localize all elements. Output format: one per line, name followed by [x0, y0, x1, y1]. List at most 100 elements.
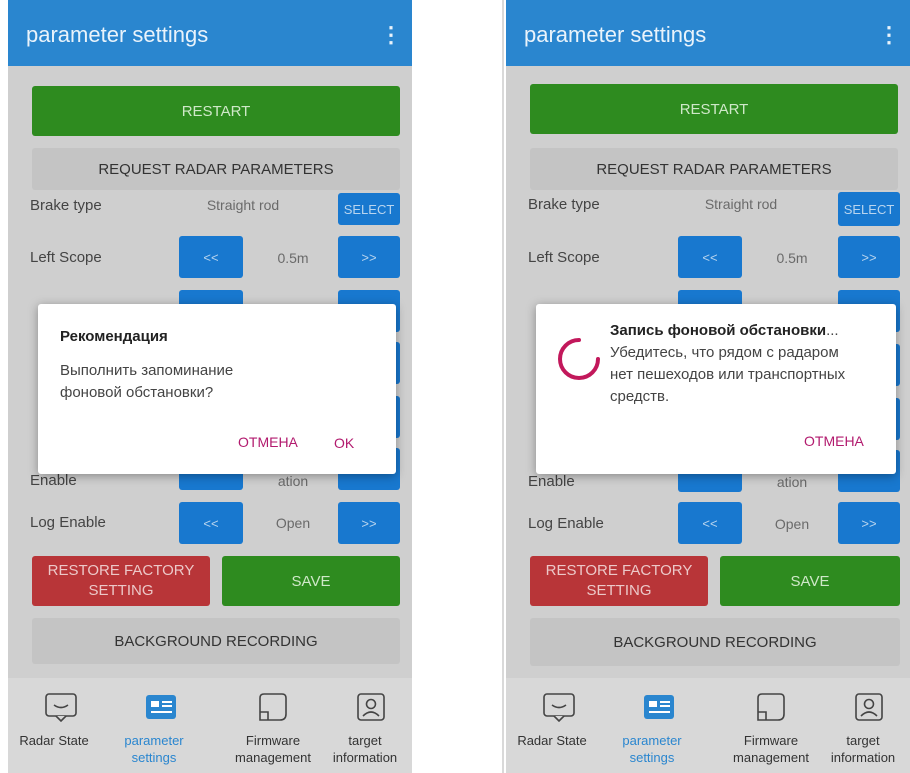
dialog-message: Выполнить запоминание фоновой обстановки…: [60, 360, 360, 404]
dialog-message-line2: нет пешеходов или транспортных: [610, 366, 846, 383]
log-enable-next-button[interactable]: >>: [838, 502, 900, 544]
app-bar: parameter settings ⋮: [506, 0, 910, 66]
dialog-message-line3: средств.: [610, 388, 670, 405]
nav-radar-state[interactable]: Radar State: [506, 678, 606, 773]
user-profile-icon: [357, 693, 385, 721]
chat-bubble-icon: [45, 693, 77, 722]
restore-factory-setting-button[interactable]: RESTORE FACTORY SETTING: [32, 556, 210, 606]
recording-progress-dialog: Запись фоновой обстановки... Убедитесь, …: [536, 304, 896, 474]
left-scope-prev-button[interactable]: <<: [179, 236, 243, 278]
bottom-navigation: Radar State parameter settings Firmware ma…: [506, 678, 910, 773]
background-recording-button[interactable]: BACKGROUND RECORDING: [32, 618, 400, 664]
log-enable-next-button[interactable]: >>: [338, 502, 400, 544]
next-label: >>: [861, 515, 877, 531]
left-scope-next-button[interactable]: >>: [838, 236, 900, 278]
nav-parameter-settings-label: parameter settings: [108, 732, 200, 766]
dialog-title-ellipsis: ...: [826, 322, 839, 339]
brake-type-label: Brake type: [528, 196, 600, 213]
nav-firmware-management[interactable]: Firmware management: [716, 678, 816, 773]
nav-radar-state-label: Radar State: [510, 732, 594, 749]
left-scope-next-button[interactable]: >>: [338, 236, 400, 278]
app-title: parameter settings: [26, 22, 209, 47]
log-enable-value: Open: [774, 516, 810, 532]
nav-firmware-management[interactable]: Firmware management: [218, 678, 318, 773]
brake-type-value: Straight rod: [704, 196, 778, 212]
panel-divider: [502, 0, 504, 773]
firmware-text-line1: Firmware: [245, 733, 301, 748]
prev-label: <<: [203, 249, 219, 265]
restore-label-line1: RESTORE FACTORY: [545, 562, 693, 579]
brake-type-value: Straight rod: [206, 197, 280, 213]
nav-parameter-settings[interactable]: parameter settings: [108, 678, 208, 773]
request-radar-parameters-button[interactable]: REQUEST RADAR PARAMETERS: [530, 148, 898, 190]
save-button[interactable]: SAVE: [720, 556, 900, 606]
nav-radar-state[interactable]: Radar State: [8, 678, 108, 773]
select-button[interactable]: SELECT: [338, 193, 400, 225]
chat-bubble-icon: [543, 693, 575, 722]
restart-button[interactable]: RESTART: [530, 84, 898, 134]
id-card-icon: [146, 695, 176, 719]
request-label: REQUEST RADAR PARAMETERS: [596, 160, 832, 178]
restart-label: RESTART: [679, 100, 749, 118]
background-recording-button[interactable]: BACKGROUND RECORDING: [530, 618, 900, 666]
select-button[interactable]: SELECT: [838, 192, 900, 226]
radar-state-text: Radar State: [517, 733, 587, 748]
next-label: >>: [861, 249, 877, 265]
left-scope-value: 0.5m: [277, 250, 309, 266]
nav-target-information[interactable]: target information: [816, 678, 910, 773]
restore-factory-setting-button[interactable]: RESTORE FACTORY SETTING: [530, 556, 708, 606]
nav-target-label: target information: [816, 732, 910, 766]
target-text-line2: information: [332, 750, 398, 765]
user-profile-icon: [855, 693, 883, 721]
request-radar-parameters-button[interactable]: REQUEST RADAR PARAMETERS: [32, 148, 400, 190]
save-label: SAVE: [291, 572, 331, 590]
dialog-title: Рекомендация: [60, 328, 168, 345]
dialog-message-line1: Выполнить запоминание: [60, 362, 234, 379]
log-enable-label: Log Enable: [528, 515, 604, 532]
nav-firmware-label: Firmware management: [218, 732, 328, 766]
phone-screen-right: parameter settings ⋮ RESTART REQUEST RAD…: [506, 0, 910, 773]
dialog-ok-button[interactable]: OK: [334, 435, 354, 451]
nav-target-information[interactable]: target information: [318, 678, 412, 773]
overflow-menu-icon[interactable]: ⋮: [878, 22, 900, 48]
firmware-text-line1: Firmware: [743, 733, 799, 748]
left-scope-prev-button[interactable]: <<: [678, 236, 742, 278]
dialog-cancel-button[interactable]: ОТМЕНА: [238, 434, 298, 450]
firmware-text-line2: management: [235, 750, 311, 765]
request-label: REQUEST RADAR PARAMETERS: [98, 160, 334, 178]
log-enable-label: Log Enable: [30, 514, 106, 531]
dialog-cancel-button[interactable]: ОТМЕНА: [804, 433, 864, 449]
restore-label-line2: SETTING: [88, 582, 154, 599]
next-label: >>: [361, 249, 377, 265]
id-card-icon: [644, 695, 674, 719]
loading-spinner-icon: [558, 338, 600, 380]
enable-label: Enable: [528, 473, 575, 490]
select-label: SELECT: [843, 201, 895, 217]
phone-screen-left: parameter settings ⋮ RESTART REQUEST RAD…: [8, 0, 412, 773]
prev-label: <<: [203, 515, 219, 531]
target-text-line1: target: [348, 733, 382, 748]
nav-parameter-settings[interactable]: parameter settings: [606, 678, 706, 773]
bottom-navigation: Radar State parameter settings Firmware ma…: [8, 678, 412, 773]
radar-state-text: Radar State: [19, 733, 89, 748]
firmware-text-line2: management: [733, 750, 809, 765]
background-recording-label: BACKGROUND RECORDING: [114, 632, 318, 650]
parameter-text-line2: settings: [629, 750, 675, 765]
left-scope-label: Left Scope: [30, 249, 102, 266]
restore-label-line2: SETTING: [586, 582, 652, 599]
left-scope-label: Left Scope: [528, 249, 600, 266]
nav-target-label: target information: [318, 732, 412, 766]
parameter-text-line1: parameter: [124, 733, 184, 748]
app-title: parameter settings: [524, 22, 707, 47]
brake-type-label: Brake type: [30, 197, 102, 214]
dialog-message-line1: Убедитесь, что рядом с радаром: [610, 344, 839, 361]
overflow-menu-icon[interactable]: ⋮: [380, 22, 402, 48]
log-enable-prev-button[interactable]: <<: [678, 502, 742, 544]
nav-parameter-settings-label: parameter settings: [606, 732, 698, 766]
target-text-line2: information: [830, 750, 896, 765]
nav-radar-state-label: Radar State: [12, 732, 96, 749]
log-enable-prev-button[interactable]: <<: [179, 502, 243, 544]
recommendation-dialog: Рекомендация Выполнить запоминание фонов…: [38, 304, 396, 474]
restart-button[interactable]: RESTART: [32, 86, 400, 136]
save-button[interactable]: SAVE: [222, 556, 400, 606]
